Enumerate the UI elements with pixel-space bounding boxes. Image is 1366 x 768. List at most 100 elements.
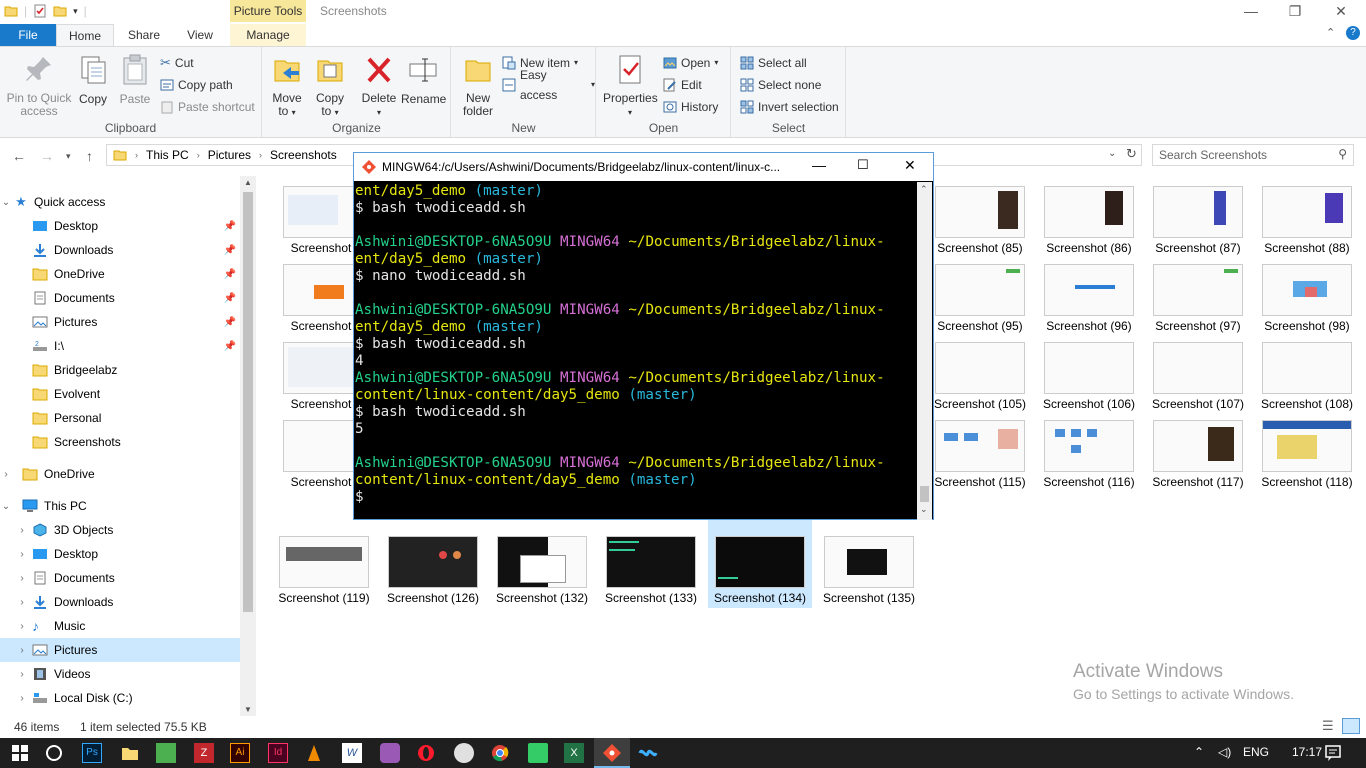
tab-share[interactable]: Share xyxy=(116,24,172,46)
file-item[interactable]: Screenshot (115) xyxy=(928,416,1032,492)
app-gray-icon[interactable] xyxy=(454,743,474,763)
sidebar-item-this-pc[interactable]: ⌄ This PC xyxy=(0,494,240,518)
sidebar-item-3d-objects[interactable]: › 3D Objects xyxy=(0,518,240,542)
sidebar-item-pictures[interactable]: Pictures 📌 xyxy=(0,310,240,334)
sidebar-item-i-drive[interactable]: 2 I:\ 📌 xyxy=(0,334,240,358)
cut-button[interactable]: ✂ Cut xyxy=(160,53,194,73)
pin-icon[interactable]: 📌 xyxy=(224,245,236,256)
new-folder-icon[interactable] xyxy=(53,4,67,18)
expand-chevron-icon[interactable]: › xyxy=(16,693,28,704)
edit-button[interactable]: Edit xyxy=(663,75,702,95)
up-arrow-icon[interactable]: ↑ xyxy=(86,148,93,164)
file-item[interactable]: Screenshot (107) xyxy=(1146,338,1250,414)
large-icons-view-icon[interactable] xyxy=(1342,718,1360,734)
tray-overflow-icon[interactable]: ⌃ xyxy=(1194,745,1204,759)
vlc-icon[interactable] xyxy=(304,743,324,763)
app-green-icon[interactable] xyxy=(156,743,176,763)
git-bash-icon[interactable] xyxy=(602,743,622,763)
delete-button[interactable]: Delete ▾ xyxy=(361,53,397,119)
tab-view[interactable]: View xyxy=(172,24,228,46)
terminal-minimize-button[interactable]: — xyxy=(812,157,826,173)
expand-chevron-icon[interactable]: › xyxy=(16,597,28,608)
move-to-button[interactable]: Move to ▾ xyxy=(269,53,305,119)
sidebar-item-quick-access[interactable]: ⌄ ★ Quick access xyxy=(0,190,240,214)
pin-icon[interactable]: 📌 xyxy=(224,221,236,232)
scroll-up-icon[interactable]: ▲ xyxy=(244,178,252,187)
sidebar-item-desktop[interactable]: Desktop 📌 xyxy=(0,214,240,238)
file-item[interactable]: Screenshot (116) xyxy=(1037,416,1141,492)
file-item[interactable]: Screenshot (126) xyxy=(381,532,485,608)
sidebar-item-onedrive-quick[interactable]: OneDrive 📌 xyxy=(0,262,240,286)
history-button[interactable]: History xyxy=(663,97,718,117)
pin-to-quick-access-button[interactable]: Pin to Quick access xyxy=(6,53,72,118)
chrome-icon[interactable] xyxy=(490,743,510,763)
terminal-scrollbar[interactable]: ⌃ ⌄ xyxy=(917,182,932,520)
tab-home[interactable]: Home xyxy=(56,24,114,47)
expand-chevron-icon[interactable]: › xyxy=(0,469,12,480)
input-language[interactable]: ENG xyxy=(1243,745,1269,759)
sidebar-item-screenshots[interactable]: Screenshots xyxy=(0,430,240,454)
sidebar-item-pc-desktop[interactable]: › Desktop xyxy=(0,542,240,566)
customize-qat-icon[interactable]: ▾ xyxy=(73,6,78,17)
mingw64-terminal-window[interactable]: MINGW64:/c/Users/Ashwini/Documents/Bridg… xyxy=(353,152,934,520)
illustrator-icon[interactable]: Ai xyxy=(230,743,250,763)
paste-shortcut-button[interactable]: Paste shortcut xyxy=(160,97,255,117)
minimize-button[interactable]: — xyxy=(1228,0,1274,24)
file-item[interactable]: Screenshot (105) xyxy=(928,338,1032,414)
collapse-chevron-icon[interactable]: ⌄ xyxy=(0,501,12,512)
file-item[interactable]: Screenshot (97) xyxy=(1146,260,1250,336)
paste-button[interactable]: Paste xyxy=(116,53,154,106)
breadcrumb-pictures[interactable]: Pictures xyxy=(208,148,251,162)
recent-locations-icon[interactable]: ▾ xyxy=(66,151,71,162)
copy-button[interactable]: Copy xyxy=(76,53,110,106)
refresh-icon[interactable]: ↻ xyxy=(1126,146,1137,162)
windows-start-icon[interactable] xyxy=(10,743,30,763)
scroll-down-icon[interactable]: ⌄ xyxy=(920,504,928,515)
indesign-icon[interactable]: Id xyxy=(268,743,288,763)
file-item[interactable]: Screenshot (135) xyxy=(817,532,921,608)
terminal-maximize-button[interactable]: ☐ xyxy=(857,157,869,173)
sidebar-item-videos[interactable]: › Videos xyxy=(0,662,240,686)
expand-chevron-icon[interactable]: › xyxy=(16,549,28,560)
file-explorer-icon[interactable] xyxy=(120,743,140,763)
file-item[interactable]: Screenshot (108) xyxy=(1255,338,1359,414)
sidebar-item-music[interactable]: › ♪ Music xyxy=(0,614,240,638)
file-item[interactable]: Screenshot (96) xyxy=(1037,260,1141,336)
scroll-up-icon[interactable]: ⌃ xyxy=(920,184,928,195)
sidebar-item-evolvent[interactable]: Evolvent xyxy=(0,382,240,406)
action-center-icon[interactable] xyxy=(1324,744,1342,762)
properties-check-icon[interactable] xyxy=(33,4,47,18)
file-item[interactable]: Screenshot (106) xyxy=(1037,338,1141,414)
file-item[interactable]: Screenshot (88) xyxy=(1255,182,1359,258)
select-all-button[interactable]: Select all xyxy=(740,53,807,73)
clock[interactable]: 17:17 xyxy=(1292,745,1322,759)
expand-chevron-icon[interactable]: › xyxy=(16,621,28,632)
tab-manage[interactable]: Manage xyxy=(230,24,306,46)
expand-chevron-icon[interactable]: › xyxy=(16,525,28,536)
forward-arrow-icon[interactable]: → xyxy=(40,148,54,164)
cortana-icon[interactable] xyxy=(44,743,64,763)
collapse-chevron-icon[interactable]: ⌄ xyxy=(0,197,12,208)
app-media-icon[interactable] xyxy=(528,743,548,763)
sidebar-item-local-disk[interactable]: › Local Disk (C:) xyxy=(0,686,240,710)
breadcrumb-this-pc[interactable]: This PC xyxy=(146,148,189,162)
select-none-button[interactable]: Select none xyxy=(740,75,821,95)
excel-icon[interactable]: X xyxy=(564,743,584,763)
sidebar-item-documents[interactable]: Documents 📌 xyxy=(0,286,240,310)
file-item[interactable]: Screenshot (95) xyxy=(928,260,1032,336)
sidebar-item-pc-pictures[interactable]: › Pictures xyxy=(0,638,240,662)
open-button[interactable]: Open ▾ xyxy=(663,53,718,73)
filezilla-icon[interactable]: Z xyxy=(194,743,214,763)
scroll-down-icon[interactable]: ▼ xyxy=(244,705,252,714)
copy-path-button[interactable]: Copy path xyxy=(160,75,233,95)
pin-icon[interactable]: 📌 xyxy=(224,341,236,352)
file-item[interactable]: Screenshot (117) xyxy=(1146,416,1250,492)
writer-icon[interactable]: W xyxy=(342,743,362,763)
file-item[interactable]: Screenshot (133) xyxy=(599,532,703,608)
file-item-selected[interactable]: Screenshot (134) xyxy=(708,520,812,608)
sidebar-item-onedrive[interactable]: › OneDrive xyxy=(0,462,240,486)
details-view-icon[interactable]: ☰ xyxy=(1322,718,1334,734)
copy-to-button[interactable]: Copy to ▾ xyxy=(313,53,347,119)
sidebar-item-pc-documents[interactable]: › Documents xyxy=(0,566,240,590)
expand-chevron-icon[interactable]: › xyxy=(16,645,28,656)
